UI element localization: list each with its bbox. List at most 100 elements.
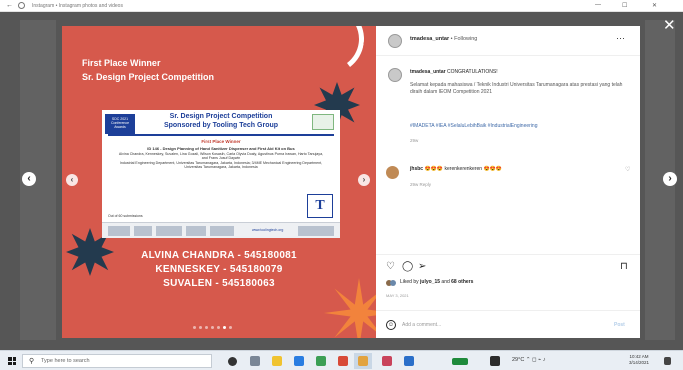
chrome-icon[interactable] (316, 356, 326, 366)
photos-icon[interactable] (358, 356, 368, 366)
like-icon[interactable]: ♡ (386, 262, 395, 272)
post-header: tmadesa_untar • Following ··· (376, 26, 640, 56)
certificate: SDC 2021 Conference Awards Sr. Design Pr… (102, 110, 340, 238)
sponsor-logo (210, 226, 234, 236)
notification-icon[interactable] (664, 357, 671, 365)
post-image: First Place Winner Sr. Design Project Co… (62, 26, 376, 338)
sponsor-logo (186, 226, 206, 236)
liked-by-avatars (386, 280, 396, 286)
liked-by-mid: and (440, 279, 452, 285)
winner-name: SUVALEN - 545180063 (163, 278, 275, 289)
close-window-button[interactable]: ✕ (652, 2, 657, 9)
carousel-dot (205, 326, 208, 329)
comment-text: kerenkerenkeren (444, 166, 483, 172)
system-tray[interactable]: 29°C ⌃ ◻ ⌁ ♪ (512, 357, 546, 363)
task-view-icon[interactable] (250, 356, 260, 366)
address-bar[interactable]: Instagram • Instagram photos and videos (32, 3, 392, 9)
certificate-divider (108, 134, 334, 136)
clock[interactable]: 10:42 AM 3/14/2021 (626, 354, 652, 366)
share-icon[interactable]: ➢ (418, 262, 426, 272)
sponsor-logo (298, 226, 334, 236)
app-icon[interactable] (490, 356, 500, 366)
sponsor-strip: www.toolingtech.org (102, 222, 340, 238)
previous-post-button[interactable]: ‹ (22, 172, 36, 186)
author-username[interactable]: tmadesa_untar • Following (410, 36, 477, 42)
carousel-dot (229, 326, 232, 329)
certificate-sponsor: Sponsored by Tooling Tech Group (163, 122, 279, 129)
sponsor-badge (312, 114, 334, 130)
word-icon[interactable] (404, 356, 414, 366)
image-subtitle: Sr. Design Project Competition (82, 72, 215, 82)
certificate-heading: Sr. Design Project Competition (169, 113, 273, 120)
caption-time: 29w (410, 138, 419, 143)
affiliation-text: Industrial Engineering Department, Unive… (119, 160, 323, 170)
carousel-dot (211, 326, 214, 329)
comment-like-icon[interactable]: ♡ (625, 166, 630, 173)
browser-title-bar: ← Instagram • Instagram photos and video… (0, 0, 683, 12)
liked-by-user[interactable]: julyo_15 (420, 279, 440, 285)
next-post-button[interactable]: › (663, 172, 677, 186)
caption-header: tmadesa_untar CONGRATULATIONS! (410, 69, 498, 75)
sponsor-website: www.toolingtech.org (252, 228, 284, 232)
cortana-icon[interactable] (228, 356, 237, 366)
certificate-place: First Place Winner (201, 139, 241, 144)
edge-icon[interactable] (294, 356, 304, 366)
caption-username[interactable]: tmadesa_untar (410, 69, 446, 75)
winner-name: KENNESKEY - 545180079 (155, 264, 283, 275)
carousel-indicator (193, 326, 232, 329)
file-explorer-icon[interactable] (272, 356, 282, 366)
post-comment-button[interactable]: Post (614, 322, 625, 328)
save-icon[interactable]: ⊓ (620, 262, 628, 272)
project-title: ID 146 - Design Planning of Hand Sanitiz… (147, 146, 295, 151)
likes-summary[interactable]: Liked by julyo_15 and 68 others (400, 279, 473, 285)
minimize-button[interactable]: — (595, 2, 601, 8)
sponsor-logo (156, 226, 182, 236)
globe-icon (18, 2, 25, 9)
comment: jhsbc 😍😍😍 kerenkerenkeren 😍😍😍 (410, 166, 502, 172)
carousel-dot (217, 326, 220, 329)
post-date: MAY 3, 2021 (386, 293, 409, 298)
author-list: Alvina Chandra, Kenneskey, Suvalen, Lina… (118, 151, 324, 161)
post-panel: tmadesa_untar • Following ··· tmadesa_un… (376, 26, 640, 338)
comment-meta[interactable]: 29w Reply (410, 182, 431, 187)
search-placeholder: Type here to search (41, 358, 90, 364)
emoji-icon[interactable]: ☺ (386, 320, 396, 330)
carousel-next-button[interactable]: › (358, 174, 370, 186)
caption-avatar[interactable] (388, 68, 402, 82)
comment-icon[interactable]: ◯ (402, 262, 413, 272)
caption-text: Selamat kepada mahasiswa / Teknik Indust… (410, 82, 623, 95)
carousel-dot (199, 326, 202, 329)
decorative-arc (289, 26, 369, 79)
search-icon: ⚲ (29, 358, 35, 365)
instagram-icon[interactable] (382, 356, 392, 366)
sponsor-logo (108, 226, 130, 236)
carousel-dot (223, 326, 226, 329)
maximize-button[interactable]: ☐ (622, 2, 627, 9)
add-comment-bar: ☺ Add a comment... Post (376, 310, 640, 338)
winner-name: ALVINA CHANDRA - 545180081 (141, 250, 297, 261)
liked-by-prefix: Liked by (400, 279, 421, 285)
more-options-icon[interactable]: ··· (616, 33, 625, 43)
caption-hashtags[interactable]: #IMADETA #IEA #SelaluLebihBaik #Industri… (410, 123, 626, 130)
carousel-prev-button[interactable]: ‹ (66, 174, 78, 186)
commenter-avatar[interactable] (386, 166, 399, 179)
author-avatar[interactable] (388, 34, 402, 48)
caption-headline: CONGRATULATIONS! (446, 69, 498, 75)
following-button[interactable]: Following (454, 36, 477, 42)
image-title: First Place Winner (82, 58, 161, 68)
excel-icon[interactable] (452, 357, 468, 365)
taskbar-search[interactable]: ⚲ Type here to search (22, 354, 212, 368)
carousel-dot (193, 326, 196, 329)
back-arrow-icon[interactable]: ← (6, 2, 13, 9)
tooling-tech-logo: T (307, 194, 333, 218)
header-username[interactable]: tmadesa_untar (410, 36, 449, 42)
comment-input[interactable]: Add a comment... (402, 322, 441, 328)
app-icon[interactable] (338, 356, 348, 366)
clock-date: 3/14/2021 (628, 360, 650, 365)
liked-by-others[interactable]: 68 others (451, 279, 473, 285)
post-actions: ♡ ◯ ➢ ⊓ (376, 254, 640, 274)
commenter-username[interactable]: jhsbc (410, 166, 423, 172)
windows-start-icon[interactable] (8, 357, 16, 365)
close-modal-icon[interactable]: ✕ (663, 18, 676, 33)
comment-emoji: 😍😍😍 (483, 166, 503, 172)
